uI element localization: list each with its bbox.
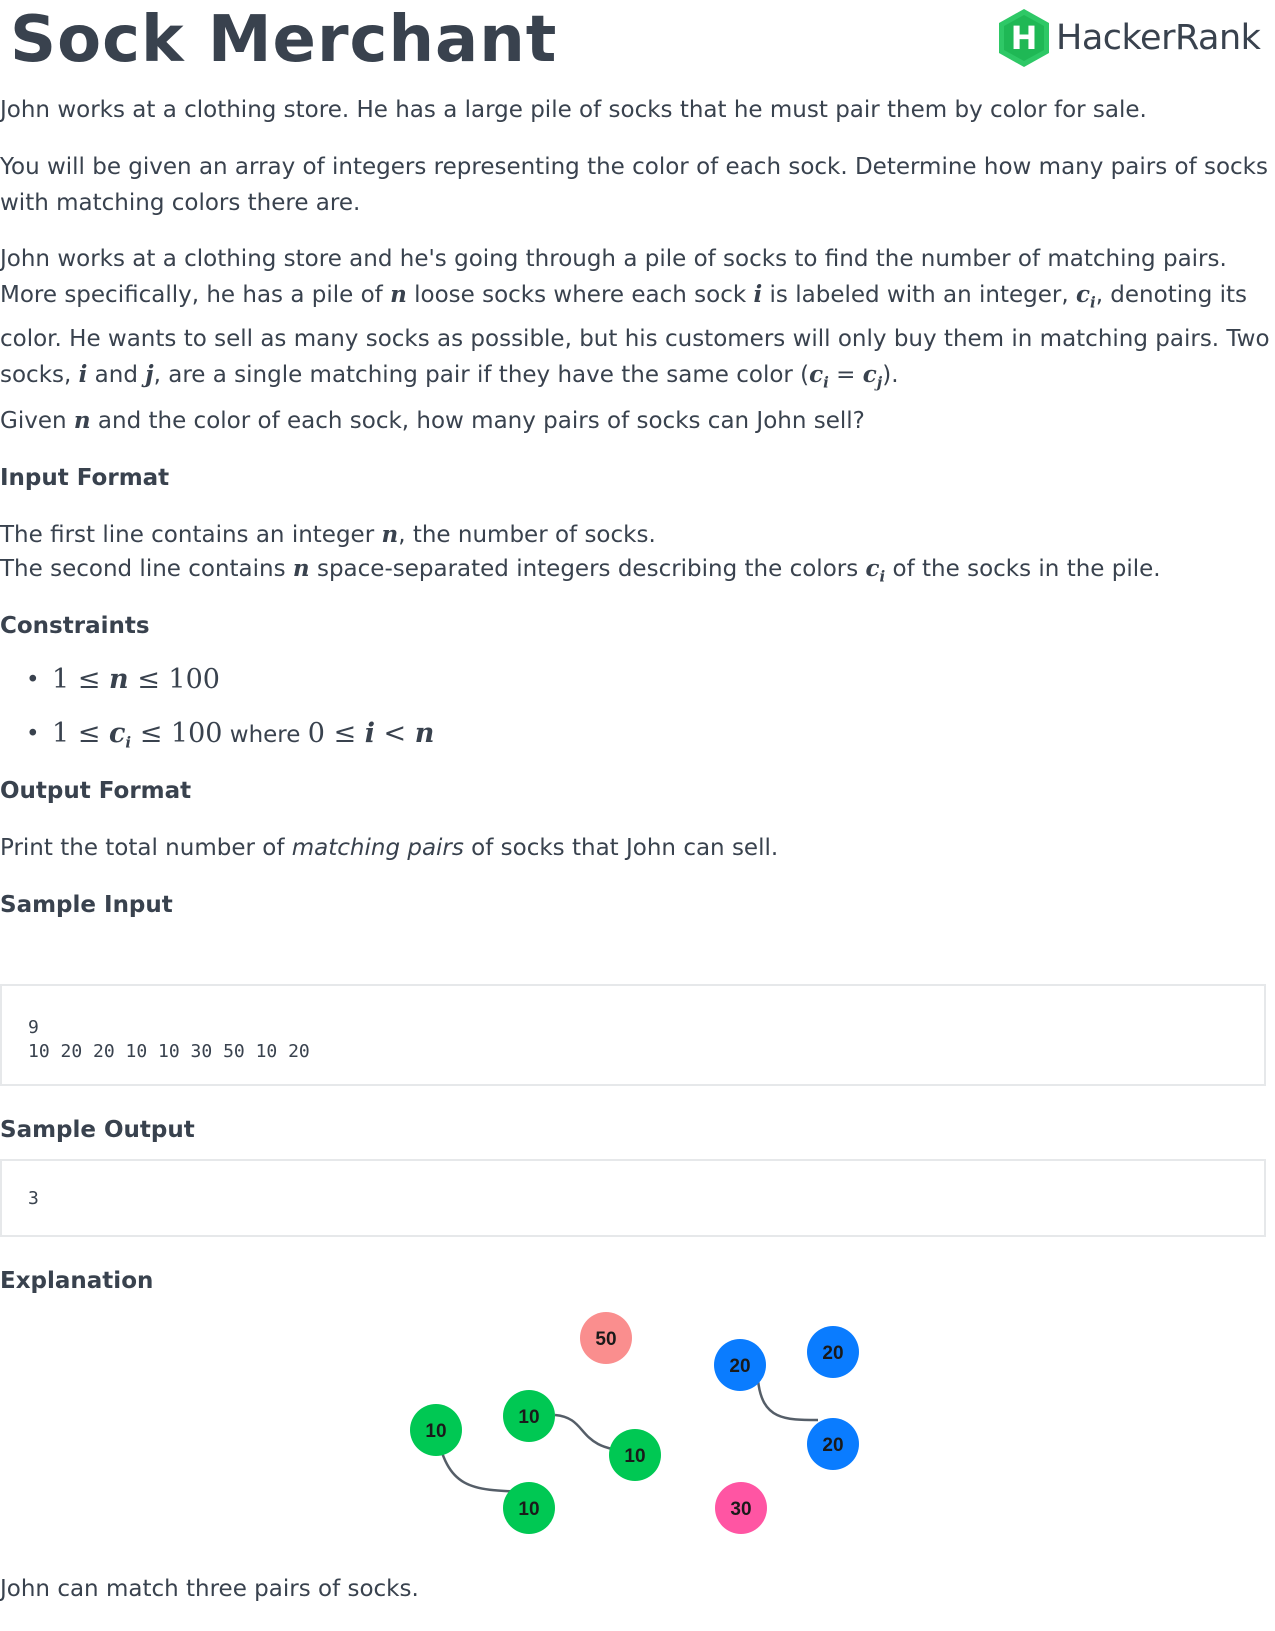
hackerrank-logo[interactable]: H HackerRank bbox=[996, 6, 1261, 70]
sock-label: 10 bbox=[624, 1446, 645, 1467]
intro-paragraph-2: You will be given an array of integers r… bbox=[0, 154, 1268, 216]
input-format-heading: Input Format bbox=[0, 465, 170, 491]
sample-output-heading: Sample Output bbox=[0, 1117, 195, 1143]
intro-paragraph-3: John works at a clothing store and he's … bbox=[0, 246, 1270, 392]
sample-input-heading: Sample Input bbox=[0, 892, 173, 918]
intro-paragraph-1: John works at a clothing store. He has a… bbox=[0, 97, 1147, 123]
sock-label: 10 bbox=[425, 1421, 446, 1442]
input-format-line-1: The first line contains an integer n, th… bbox=[0, 521, 656, 548]
sock-label: 20 bbox=[729, 1356, 750, 1377]
output-format-heading: Output Format bbox=[0, 778, 192, 804]
constraints-heading: Constraints bbox=[0, 613, 150, 639]
sock-label: 30 bbox=[730, 1499, 751, 1520]
constraint-item: • 1 ≤ n ≤ 100 bbox=[26, 664, 220, 695]
pair-connector-20 bbox=[756, 1379, 819, 1422]
intro-paragraph-4: Given n and the color of each sock, how … bbox=[0, 407, 865, 434]
sock-pairs-diagram: 50 20 20 10 10 10 20 10 30 bbox=[410, 1312, 859, 1534]
sock-label: 20 bbox=[822, 1343, 843, 1364]
constraints-list: • 1 ≤ n ≤ 100 • 1 ≤ ci ≤ 100 where 0 ≤ i <… bbox=[0, 662, 434, 770]
sock-label: 10 bbox=[518, 1499, 539, 1520]
sock-label: 10 bbox=[518, 1407, 539, 1428]
explanation-heading: Explanation bbox=[0, 1268, 154, 1294]
sample-input-line-1: 9 bbox=[28, 1017, 39, 1038]
brand-badge-letter: H bbox=[1011, 19, 1038, 57]
brand-name: HackerRank bbox=[1056, 18, 1261, 58]
output-format-text: Print the total number of matching pairs… bbox=[0, 835, 779, 861]
explanation-closing: John can match three pairs of socks. bbox=[0, 1576, 419, 1602]
input-format-line-2: The second line contains n space-separat… bbox=[0, 555, 1161, 586]
sock-label: 50 bbox=[595, 1329, 616, 1350]
sample-output-value: 3 bbox=[28, 1188, 39, 1209]
sample-input-line-2: 10 20 20 10 10 30 50 10 20 bbox=[28, 1041, 310, 1062]
hackerrank-hex-icon: H bbox=[999, 9, 1049, 67]
constraint-item: • 1 ≤ ci ≤ 100 where 0 ≤ i < n bbox=[26, 718, 435, 752]
sample-input-box[interactable]: 9 10 20 20 10 10 30 50 10 20 bbox=[0, 984, 1266, 1086]
page-title: Sock Merchant bbox=[10, 3, 558, 77]
sock-label: 20 bbox=[822, 1435, 843, 1456]
sample-output-box[interactable]: 3 bbox=[0, 1159, 1266, 1237]
